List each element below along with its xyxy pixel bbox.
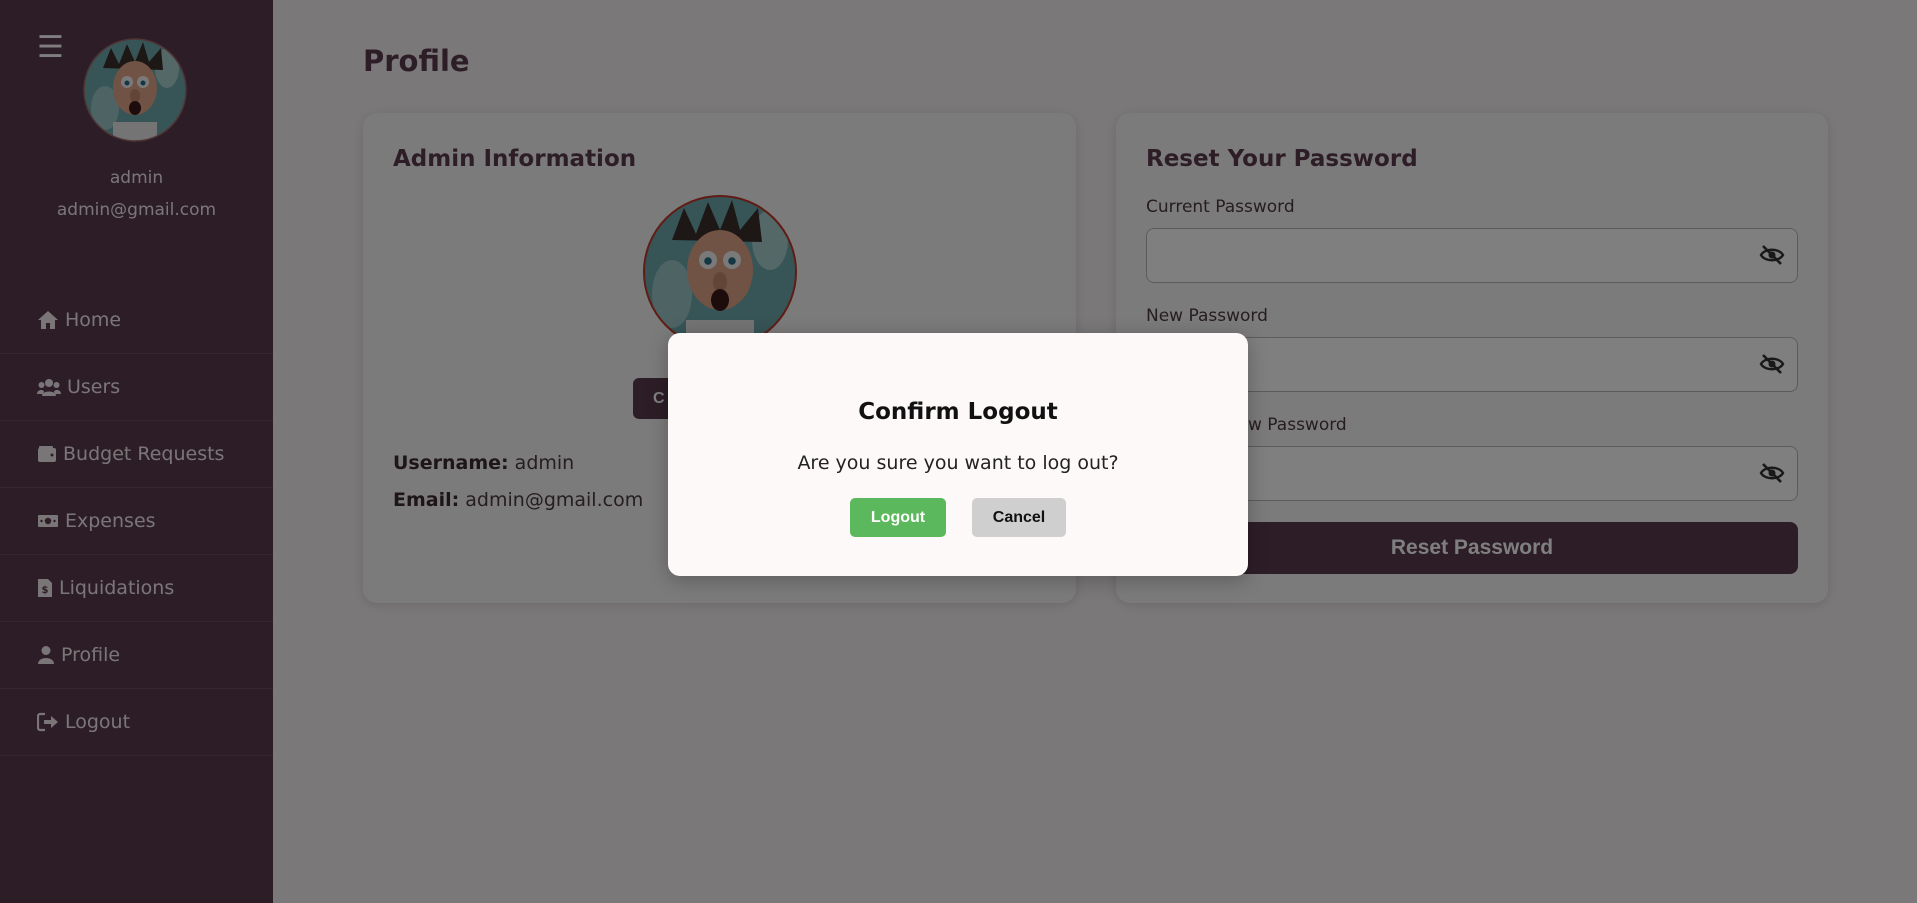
confirm-logout-button[interactable]: Logout xyxy=(850,498,946,537)
cancel-button[interactable]: Cancel xyxy=(972,498,1066,537)
modal-message: Are you sure you want to log out? xyxy=(797,452,1119,474)
modal-title: Confirm Logout xyxy=(858,399,1058,425)
logout-confirm-modal: Confirm Logout Are you sure you want to … xyxy=(668,333,1248,576)
